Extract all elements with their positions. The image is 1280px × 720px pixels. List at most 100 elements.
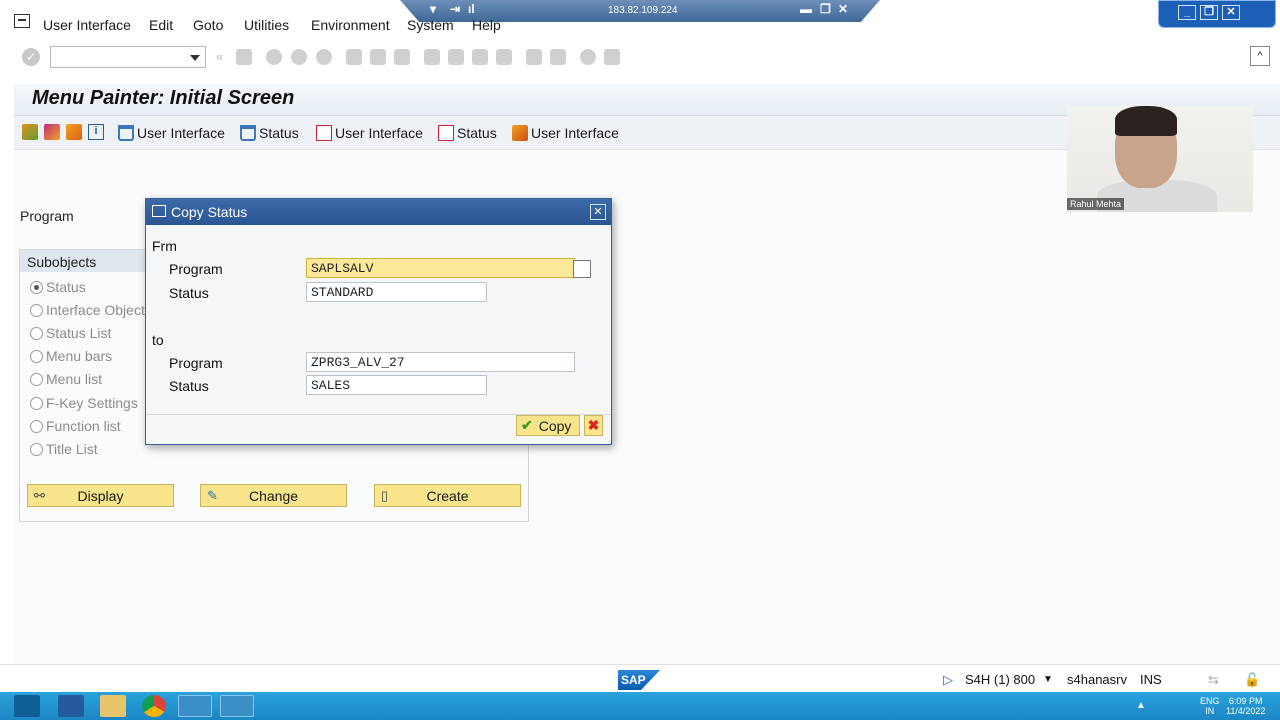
pencil-icon: ✎ <box>207 488 218 503</box>
next-page-icon[interactable] <box>472 49 488 65</box>
copy-status-dialog: Copy Status ✕ Frm Program SAPLSALV Statu… <box>145 198 612 445</box>
radio-function-list[interactable]: Function list <box>30 417 121 435</box>
page-title: Menu Painter: Initial Screen <box>32 87 295 109</box>
radio-button[interactable] <box>30 303 43 317</box>
rename-icon <box>512 125 528 141</box>
other-object-icon[interactable] <box>22 124 38 140</box>
copy-button[interactable]: ✔ Copy <box>516 415 580 436</box>
radio-button[interactable] <box>30 419 43 433</box>
input-mode: INS <box>1140 672 1162 687</box>
info-icon[interactable]: i <box>88 124 104 140</box>
new-document-icon: ▯ <box>381 488 389 503</box>
menu-edit[interactable]: Edit <box>149 17 173 33</box>
help-icon[interactable] <box>580 49 596 65</box>
radio-status-list[interactable]: Status List <box>30 324 111 342</box>
menu-utilities[interactable]: Utilities <box>244 17 289 33</box>
chevron-down-icon[interactable] <box>190 55 200 61</box>
radio-button[interactable] <box>30 280 43 294</box>
chrome-icon[interactable] <box>142 695 166 717</box>
menu-user-interface[interactable]: User Interface <box>43 17 131 33</box>
triangle-icon[interactable]: ▷ <box>943 672 953 688</box>
last-page-icon[interactable] <box>496 49 512 65</box>
collapse-toolbar-icon[interactable]: ^ <box>1250 46 1270 66</box>
server-manager-icon[interactable] <box>14 695 40 717</box>
menu-help[interactable]: Help <box>472 17 501 33</box>
window-icon <box>152 205 166 217</box>
powershell-icon[interactable] <box>58 695 84 717</box>
to-label: to <box>152 332 164 348</box>
presenter-hair <box>1115 106 1177 136</box>
rename-user-interface-button[interactable]: User Interface <box>512 123 619 143</box>
find-next-icon[interactable] <box>394 49 410 65</box>
find-icon[interactable] <box>370 49 386 65</box>
from-status-field[interactable]: STANDARD <box>306 282 487 302</box>
value-help-icon[interactable] <box>573 260 591 278</box>
file-explorer-icon[interactable] <box>100 695 126 717</box>
trash-icon <box>240 125 256 141</box>
magic-wand-icon[interactable] <box>44 124 60 140</box>
delete-status-button[interactable]: Status <box>240 123 299 143</box>
lock-icon[interactable]: 🔓 <box>1244 672 1260 688</box>
radio-title-list[interactable]: Title List <box>30 440 98 458</box>
radio-button[interactable] <box>30 372 43 386</box>
shortcut-icon[interactable] <box>550 49 566 65</box>
cancel-icon[interactable] <box>316 49 332 65</box>
first-page-icon[interactable] <box>424 49 440 65</box>
radio-button[interactable] <box>30 326 43 340</box>
menu-system[interactable]: System <box>407 17 454 33</box>
dialog-title-bar: Copy Status ✕ <box>146 199 611 225</box>
previous-page-icon[interactable] <box>448 49 464 65</box>
display-button[interactable]: ⚯ Display <box>27 484 174 507</box>
from-program-field[interactable]: SAPLSALV <box>306 258 575 278</box>
radio-button[interactable] <box>30 349 43 363</box>
radio-button[interactable] <box>30 396 43 410</box>
subobjects-header: Subobjects <box>20 250 148 272</box>
server-name: s4hanasrv <box>1067 672 1127 687</box>
tray-arrow-icon[interactable]: ▲ <box>1136 701 1146 711</box>
sap-gui-window-icon[interactable] <box>220 695 254 717</box>
to-status-field[interactable]: SALES <box>306 375 487 395</box>
system-info: S4H (1) 800 <box>965 672 1036 687</box>
radio-status[interactable]: Status <box>30 278 86 296</box>
radio-menu-list[interactable]: Menu list <box>30 370 102 388</box>
status-bar: SAP ▷ S4H (1) 800 ▼ s4hanasrv INS ⇆ 🔓 <box>0 664 1280 692</box>
from-label: Frm <box>152 238 177 254</box>
save-icon[interactable] <box>236 49 252 65</box>
radio-button[interactable] <box>30 442 43 456</box>
cancel-button[interactable]: ✖ <box>584 415 603 436</box>
delete-user-interface-button[interactable]: User Interface <box>118 123 225 143</box>
exit-icon[interactable] <box>291 49 307 65</box>
layout-icon[interactable]: ⇆ <box>1208 672 1219 688</box>
dialog-title: Copy Status <box>171 204 248 220</box>
cancel-icon: ✖ <box>587 417 600 433</box>
clock[interactable]: 6:09 PM 11/4/2022 <box>1226 696 1265 716</box>
sap-logo: SAP <box>618 670 660 690</box>
menu-goto[interactable]: Goto <box>193 17 223 33</box>
radio-menu-bars[interactable]: Menu bars <box>30 347 112 365</box>
back-icon[interactable] <box>266 49 282 65</box>
to-status-label: Status <box>169 378 209 394</box>
menu-environment[interactable]: Environment <box>311 17 390 33</box>
copy-icon <box>316 125 332 141</box>
copy-status-button[interactable]: Status <box>438 123 497 143</box>
language-indicator[interactable]: ENG IN <box>1200 696 1220 716</box>
layout-icon[interactable] <box>604 49 620 65</box>
chevron-down-icon[interactable]: ▼ <box>1043 674 1053 685</box>
change-button[interactable]: ✎ Change <box>200 484 347 507</box>
menu-bar: User Interface Edit Goto Utilities Envir… <box>0 12 1280 40</box>
copy-user-interface-button[interactable]: User Interface <box>316 123 423 143</box>
test-icon[interactable] <box>66 124 82 140</box>
command-field[interactable] <box>50 46 206 68</box>
new-session-icon[interactable] <box>526 49 542 65</box>
windows-taskbar: ▲ ENG IN 6:09 PM 11/4/2022 <box>0 692 1280 720</box>
to-program-field[interactable]: ZPRG3_ALV_27 <box>306 352 575 372</box>
create-button[interactable]: ▯ Create <box>374 484 521 507</box>
print-icon[interactable] <box>346 49 362 65</box>
enter-icon[interactable]: ✓ <box>22 48 40 66</box>
radio-f-key-settings[interactable]: F-Key Settings <box>30 394 138 412</box>
sap-menu-icon[interactable] <box>14 14 30 28</box>
close-icon[interactable]: ✕ <box>590 204 606 220</box>
radio-interface-objects[interactable]: Interface Objects <box>30 301 152 319</box>
sap-logon-icon[interactable] <box>178 695 212 717</box>
history-icon: « <box>216 49 224 64</box>
